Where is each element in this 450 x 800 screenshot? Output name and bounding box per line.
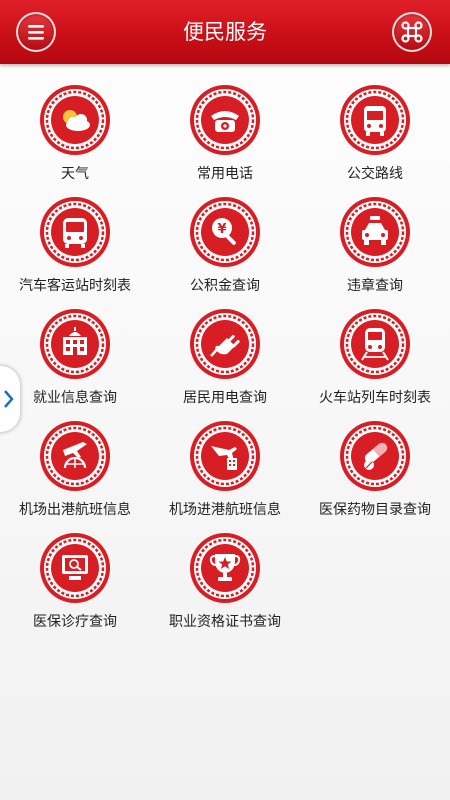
monitor-search-icon <box>40 533 110 603</box>
office-building-icon <box>40 309 110 379</box>
service-professional-certificate[interactable]: 职业资格证书查询 <box>150 512 300 630</box>
service-label: 职业资格证书查询 <box>169 614 281 630</box>
service-label: 医保药物目录查询 <box>319 502 431 518</box>
page-title: 便民服务 <box>183 20 267 44</box>
weather-icon <box>40 85 110 155</box>
service-badge <box>39 196 111 268</box>
service-label: 医保诊疗查询 <box>33 614 117 630</box>
pill-capsule-icon <box>340 421 410 491</box>
chevron-right-icon <box>4 390 14 408</box>
service-badge <box>339 196 411 268</box>
arrival-plane-building-icon <box>190 421 260 491</box>
svg-text:¥: ¥ <box>217 222 226 237</box>
service-airport-departures[interactable]: 机场出港航班信息 <box>0 400 150 518</box>
service-medical-treatment[interactable]: 医保诊疗查询 <box>0 512 150 630</box>
bus-icon <box>340 85 410 155</box>
power-plug-icon <box>190 309 260 379</box>
service-employment-info[interactable]: 就业信息查询 <box>0 288 150 406</box>
telephone-icon <box>190 85 260 155</box>
command-button[interactable] <box>392 12 432 52</box>
service-bus-routes[interactable]: 公交路线 <box>300 64 450 182</box>
service-medical-drug-catalog[interactable]: 医保药物目录查询 <box>300 400 450 518</box>
yuan-search-icon: ¥ <box>190 197 260 267</box>
service-common-phones[interactable]: 常用电话 <box>150 64 300 182</box>
service-badge <box>189 84 261 156</box>
service-badge <box>339 84 411 156</box>
service-badge <box>189 308 261 380</box>
service-weather[interactable]: 天气 <box>0 64 150 182</box>
service-badge <box>189 420 261 492</box>
service-airport-arrivals[interactable]: 机场进港航班信息 <box>150 400 300 518</box>
service-badge <box>339 420 411 492</box>
service-housing-fund[interactable]: ¥ 公积金查询 <box>150 176 300 294</box>
command-icon <box>401 21 423 43</box>
app-header: 便民服务 <box>0 0 450 64</box>
service-traffic-violation[interactable]: 违章查询 <box>300 176 450 294</box>
departure-plane-globe-icon <box>40 421 110 491</box>
traffic-police-car-icon <box>340 197 410 267</box>
trophy-star-icon <box>190 533 260 603</box>
service-train-timetable[interactable]: 火车站列车时刻表 <box>300 288 450 406</box>
service-badge <box>39 420 111 492</box>
service-badge <box>39 308 111 380</box>
coach-icon <box>40 197 110 267</box>
service-badge <box>39 84 111 156</box>
service-coach-timetable[interactable]: 汽车客运站时刻表 <box>0 176 150 294</box>
service-badge: ¥ <box>189 196 261 268</box>
service-electricity[interactable]: 居民用电查询 <box>150 288 300 406</box>
side-drawer-tab[interactable] <box>0 366 20 432</box>
service-badge <box>339 308 411 380</box>
train-icon <box>340 309 410 379</box>
service-badge <box>189 532 261 604</box>
service-badge <box>39 532 111 604</box>
